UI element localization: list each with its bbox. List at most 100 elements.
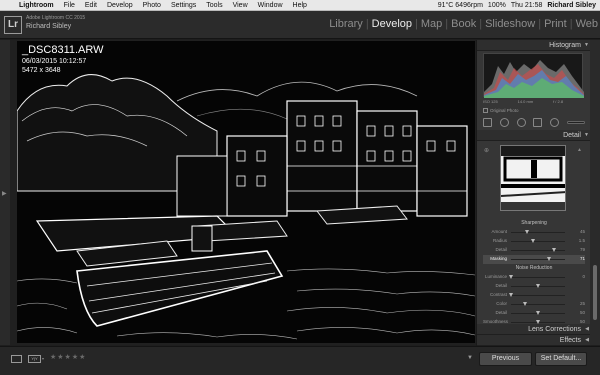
scrollbar-thumb[interactable] bbox=[593, 265, 597, 320]
rating-stars[interactable]: ★★★★★ bbox=[50, 353, 86, 361]
user-menu[interactable]: Richard Sibley bbox=[547, 2, 596, 9]
battery-status[interactable]: 100% bbox=[488, 2, 506, 9]
sharpening-slider-row[interactable]: Masking 71 bbox=[483, 255, 585, 264]
sharpening-slider-track[interactable] bbox=[511, 232, 565, 233]
detail-preview[interactable] bbox=[500, 145, 566, 211]
menu-develop[interactable]: Develop bbox=[102, 2, 138, 9]
expand-icon[interactable]: ◀ bbox=[585, 324, 589, 335]
collapse-icon[interactable]: ▼ bbox=[584, 130, 589, 141]
menu-edit[interactable]: Edit bbox=[80, 2, 102, 9]
menu-photo[interactable]: Photo bbox=[138, 2, 166, 9]
preview-warning-icon[interactable]: ▲ bbox=[577, 147, 582, 153]
expand-left-icon[interactable]: ▶ bbox=[2, 190, 7, 197]
clock[interactable]: Thu 21:58 bbox=[511, 2, 543, 9]
noise-reduction-slider-row[interactable]: Smoothness 50 bbox=[483, 318, 585, 327]
original-photo-toggle[interactable]: Original Photo bbox=[483, 108, 519, 113]
noise-reduction-slider-value[interactable]: 25 bbox=[571, 301, 585, 306]
menu-settings[interactable]: Settings bbox=[166, 2, 201, 9]
photo-preview[interactable]: _DSC8311.ARW 06/03/2015 10:12:57 5472 x … bbox=[17, 41, 475, 343]
masking-overlay-image bbox=[17, 41, 475, 343]
noise-reduction-slider-row[interactable]: Detail bbox=[483, 282, 585, 291]
menu-file[interactable]: File bbox=[59, 2, 80, 9]
histogram[interactable] bbox=[483, 53, 584, 98]
noise-reduction-slider-knob[interactable] bbox=[522, 302, 527, 306]
menu-help[interactable]: Help bbox=[288, 2, 312, 9]
file-name: _DSC8311.ARW bbox=[22, 44, 104, 56]
graduated-filter-icon[interactable] bbox=[533, 117, 543, 127]
before-after-icon[interactable]: Y|Y bbox=[28, 355, 41, 363]
sharpening-slider-track[interactable] bbox=[511, 250, 565, 251]
noise-reduction-slider-track[interactable] bbox=[511, 304, 565, 305]
sharpening-slider-value[interactable]: 1.5 bbox=[571, 238, 585, 243]
noise-reduction-slider-value[interactable]: 50 bbox=[571, 319, 585, 324]
loupe-view-icon[interactable] bbox=[11, 355, 22, 363]
original-photo-checkbox[interactable] bbox=[483, 108, 488, 113]
noise-reduction-slider-knob[interactable] bbox=[509, 293, 513, 297]
sharpening-slider-row[interactable]: Radius 1.5 bbox=[483, 237, 585, 246]
sharpening-slider-value[interactable]: 71 bbox=[571, 256, 585, 261]
menu-lightroom[interactable]: Lightroom bbox=[14, 2, 59, 9]
module-slideshow[interactable]: Slideshow bbox=[485, 18, 535, 30]
dropdown-icon[interactable]: ▾ bbox=[42, 356, 44, 361]
menu-tools[interactable]: Tools bbox=[201, 2, 227, 9]
noise-reduction-slider-track[interactable] bbox=[511, 295, 565, 296]
module-map[interactable]: Map bbox=[421, 18, 442, 30]
image-canvas[interactable]: _DSC8311.ARW 06/03/2015 10:12:57 5472 x … bbox=[10, 40, 476, 345]
noise-reduction-slider-row[interactable]: Detail 50 bbox=[483, 309, 585, 318]
detail-header[interactable]: Detail ▼ bbox=[477, 130, 591, 141]
noise-reduction-slider-row[interactable]: Color 25 bbox=[483, 300, 585, 309]
noise-reduction-title: Noise Reduction bbox=[515, 265, 553, 271]
noise-reduction-slider-row[interactable]: Contrast bbox=[483, 291, 585, 300]
module-library[interactable]: Library bbox=[329, 18, 363, 30]
effects-header[interactable]: Effects ◀ bbox=[477, 335, 591, 346]
noise-reduction-slider-knob[interactable] bbox=[536, 311, 540, 315]
file-info-overlay: _DSC8311.ARW 06/03/2015 10:12:57 5472 x … bbox=[22, 44, 104, 75]
noise-reduction-slider-value[interactable]: 0 bbox=[571, 274, 585, 279]
previous-button[interactable]: Previous bbox=[479, 352, 532, 366]
effects-title: Effects bbox=[559, 337, 581, 344]
sharpening-slider-knob[interactable] bbox=[551, 248, 556, 252]
noise-reduction-slider-knob[interactable] bbox=[536, 320, 540, 324]
target-icon[interactable]: ⊕ bbox=[484, 147, 489, 154]
sharpening-slider-knob[interactable] bbox=[525, 230, 530, 234]
module-develop[interactable]: Develop bbox=[372, 18, 412, 30]
sharpening-slider-label: Detail bbox=[495, 247, 507, 252]
noise-reduction-slider-row[interactable]: Luminance 0 bbox=[483, 273, 585, 282]
sharpening-slider-knob[interactable] bbox=[530, 239, 535, 243]
noise-reduction-slider-knob[interactable] bbox=[509, 275, 513, 279]
noise-reduction-slider-knob[interactable] bbox=[536, 284, 540, 288]
left-panel-toggle[interactable]: ▶ bbox=[0, 40, 10, 345]
menu-view[interactable]: View bbox=[228, 2, 253, 9]
toolbar-menu-icon[interactable]: ▼ bbox=[467, 355, 473, 361]
module-web[interactable]: Web bbox=[576, 18, 598, 30]
sharpening-slider-track[interactable] bbox=[511, 259, 565, 260]
red-eye-icon[interactable] bbox=[516, 117, 526, 127]
module-picker: Library | Develop | Map | Book | Slideshow | … bbox=[329, 18, 598, 30]
product-name: Adobe Lightroom CC 2015 bbox=[26, 15, 86, 21]
collapse-icon[interactable]: ▼ bbox=[584, 40, 589, 51]
sharpening-slider-knob[interactable] bbox=[547, 257, 552, 261]
right-panel-scroll[interactable] bbox=[590, 40, 600, 345]
module-book[interactable]: Book bbox=[451, 18, 476, 30]
noise-reduction-slider-track[interactable] bbox=[511, 277, 565, 278]
histogram-header[interactable]: Histogram ▼ bbox=[477, 40, 591, 51]
lightroom-logo: Lr bbox=[4, 16, 22, 34]
sharpening-slider-value[interactable]: 79 bbox=[571, 247, 585, 252]
exif-info: ISO 125 14.0 mm f / 2.8 bbox=[483, 99, 583, 107]
fan-status[interactable]: 91°C 6496rpm bbox=[438, 2, 483, 9]
menu-window[interactable]: Window bbox=[253, 2, 288, 9]
image-dimensions: 5472 x 3648 bbox=[22, 67, 61, 74]
sharpening-slider-track[interactable] bbox=[511, 241, 565, 242]
spot-removal-icon[interactable] bbox=[499, 117, 509, 127]
sharpening-slider-value[interactable]: 45 bbox=[571, 229, 585, 234]
noise-reduction-slider-value[interactable]: 50 bbox=[571, 310, 585, 315]
radial-filter-icon[interactable] bbox=[550, 117, 560, 127]
set-default-button[interactable]: Set Default... bbox=[535, 352, 587, 366]
sharpening-slider-row[interactable]: Detail 79 bbox=[483, 246, 585, 255]
adjustment-brush-icon[interactable] bbox=[567, 120, 586, 124]
sharpening-slider-row[interactable]: Amount 45 bbox=[483, 228, 585, 237]
lens-corrections-title: Lens Corrections bbox=[528, 326, 581, 333]
module-print[interactable]: Print bbox=[544, 18, 567, 30]
crop-tool-icon[interactable] bbox=[482, 117, 492, 127]
expand-icon[interactable]: ◀ bbox=[585, 335, 589, 346]
